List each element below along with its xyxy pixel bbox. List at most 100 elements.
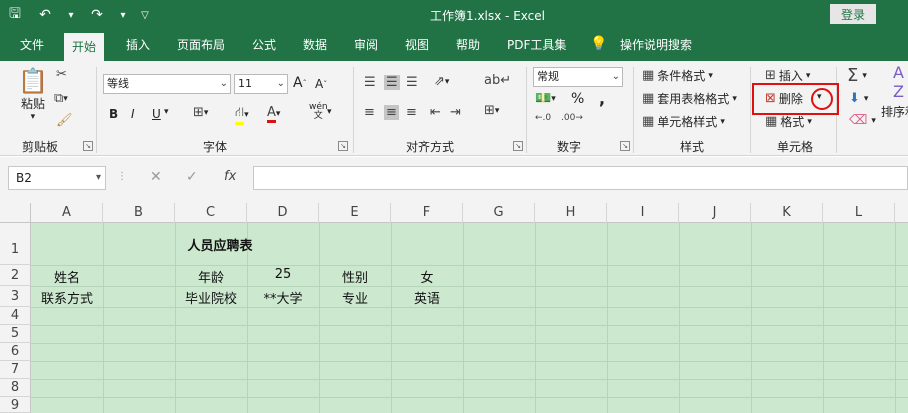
cell-d2[interactable]: 25 — [247, 267, 319, 282]
tab-file[interactable]: 文件 — [20, 30, 44, 61]
tab-help[interactable]: 帮助 — [456, 30, 480, 61]
comma-button[interactable]: , — [599, 89, 605, 108]
underline-dropdown-icon[interactable]: ▾ — [164, 107, 169, 117]
insert-cells-button[interactable]: ⊞ 插入 ▾ — [765, 67, 810, 84]
number-launcher-icon[interactable]: ↘ — [620, 141, 630, 151]
tab-review[interactable]: 审阅 — [354, 30, 378, 61]
tab-page-layout[interactable]: 页面布局 — [177, 30, 225, 61]
autosum-button[interactable]: Σ ▾ — [847, 65, 867, 86]
worksheet-grid[interactable]: A B C D E F G H I J K L 1 2 3 4 5 6 7 8 … — [0, 203, 908, 413]
column-header-e[interactable]: E — [319, 203, 391, 223]
tab-insert[interactable]: 插入 — [126, 30, 150, 61]
cell-c3[interactable]: 毕业院校 — [175, 288, 247, 307]
cell-e2[interactable]: 性别 — [319, 267, 391, 286]
cancel-icon[interactable]: ✕ — [150, 169, 162, 185]
wrap-text-button[interactable]: ab↵ — [484, 73, 511, 88]
column-header-j[interactable]: J — [679, 203, 751, 223]
underline-button[interactable]: U — [152, 107, 161, 121]
select-all-corner[interactable] — [0, 203, 31, 223]
font-size-combo[interactable]: 11 ⌄ — [234, 74, 288, 94]
insert-function-button[interactable]: fx — [224, 169, 236, 184]
grow-font-button[interactable]: Aˆ — [293, 75, 307, 91]
borders-button[interactable]: ⊞ ▾ — [193, 105, 208, 120]
align-left-button[interactable]: ≡ — [364, 105, 375, 120]
column-header-a[interactable]: A — [31, 203, 103, 223]
tab-data[interactable]: 数据 — [303, 30, 327, 61]
tab-formulas[interactable]: 公式 — [252, 30, 276, 61]
cell-a3[interactable]: 联系方式 — [31, 288, 103, 307]
bottom-align-button[interactable]: ☰ — [406, 75, 418, 90]
cell-e3[interactable]: 专业 — [319, 288, 391, 307]
cell-title[interactable]: 人员应聘表 — [160, 235, 280, 254]
italic-button[interactable]: I — [131, 107, 135, 121]
column-header-l[interactable]: L — [823, 203, 895, 223]
copy-button[interactable]: ⧉ ▾ — [54, 91, 68, 106]
align-right-button[interactable]: ≡ — [406, 105, 417, 120]
alignment-launcher-icon[interactable]: ↘ — [513, 141, 523, 151]
clipboard-launcher-icon[interactable]: ↘ — [83, 141, 93, 151]
tab-pdf-tools[interactable]: PDF工具集 — [507, 30, 566, 61]
redo-dropdown-icon[interactable]: ▾ — [112, 0, 134, 30]
font-launcher-icon[interactable]: ↘ — [338, 141, 348, 151]
column-header-g[interactable]: G — [463, 203, 535, 223]
column-header-partial[interactable] — [895, 203, 908, 223]
login-button[interactable]: 登录 — [830, 4, 876, 24]
row-header-6[interactable]: 6 — [0, 343, 31, 361]
column-header-k[interactable]: K — [751, 203, 823, 223]
fill-button[interactable]: ⬇ ▾ — [849, 91, 868, 106]
redo-icon[interactable]: ↷ — [82, 0, 112, 30]
format-as-table-button[interactable]: ▦ 套用表格格式 ▾ — [642, 90, 737, 107]
conditional-formatting-button[interactable]: ▦ 条件格式 ▾ — [642, 67, 713, 84]
row-header-8[interactable]: 8 — [0, 379, 31, 397]
increase-indent-button[interactable]: ⇥ — [450, 105, 461, 120]
row-header-5[interactable]: 5 — [0, 325, 31, 343]
decrease-decimal-button[interactable]: .00→ — [561, 113, 583, 123]
column-header-i[interactable]: I — [607, 203, 679, 223]
font-name-combo[interactable]: 等线 ⌄ — [103, 74, 231, 94]
cut-button[interactable]: ✂ — [56, 67, 67, 82]
increase-decimal-button[interactable]: ←.0 — [535, 113, 551, 123]
row-header-9[interactable]: 9 — [0, 397, 31, 413]
phonetic-button[interactable]: wén 文 — [309, 103, 328, 121]
name-box[interactable]: B2 ▾ — [8, 166, 106, 190]
row-header-2[interactable]: 2 — [0, 265, 31, 286]
undo-dropdown-icon[interactable]: ▾ — [60, 0, 82, 30]
percent-button[interactable]: % — [571, 91, 584, 107]
undo-icon[interactable]: ↶ — [30, 0, 60, 30]
cell-c2[interactable]: 年龄 — [175, 267, 247, 286]
column-header-h[interactable]: H — [535, 203, 607, 223]
customize-qat-icon[interactable]: ▽ — [134, 0, 156, 30]
sort-filter-label[interactable]: 排序和 — [881, 103, 908, 120]
row-header-7[interactable]: 7 — [0, 361, 31, 379]
cell-d3[interactable]: **大学 — [247, 288, 319, 307]
cell-a2[interactable]: 姓名 — [31, 267, 103, 286]
middle-align-button[interactable]: ☰ — [384, 75, 400, 90]
row-header-1[interactable]: 1 — [0, 223, 31, 265]
font-color-button[interactable]: A ▾ — [267, 105, 280, 123]
row-header-3[interactable]: 3 — [0, 286, 31, 307]
number-format-combo[interactable]: 常规 ⌄ — [533, 67, 623, 87]
top-align-button[interactable]: ☰ — [364, 75, 376, 90]
phonetic-dropdown-icon[interactable]: ▾ — [327, 107, 332, 117]
format-cells-button[interactable]: ▦ 格式 ▾ — [765, 113, 812, 130]
decrease-indent-button[interactable]: ⇤ — [430, 105, 441, 120]
column-header-b[interactable]: B — [103, 203, 175, 223]
tab-view[interactable]: 视图 — [405, 30, 429, 61]
fill-color-button[interactable]: ⛙ ▾ — [235, 105, 249, 125]
align-center-button[interactable]: ≡ — [384, 105, 399, 120]
column-header-c[interactable]: C — [175, 203, 247, 223]
formula-input[interactable] — [253, 166, 908, 190]
format-painter-button[interactable]: 🖌 — [56, 113, 73, 128]
clear-button[interactable]: ⌫ ▾ — [849, 113, 876, 128]
save-icon[interactable]: 🖫 — [0, 0, 30, 30]
column-header-d[interactable]: D — [247, 203, 319, 223]
accounting-format-button[interactable]: 💵 ▾ — [535, 91, 556, 106]
bold-button[interactable]: B — [109, 107, 118, 121]
merge-center-button[interactable]: ⊞ ▾ — [484, 103, 499, 118]
row-header-4[interactable]: 4 — [0, 307, 31, 325]
cell-f2[interactable]: 女 — [391, 267, 463, 286]
cell-f3[interactable]: 英语 — [391, 288, 463, 307]
column-header-f[interactable]: F — [391, 203, 463, 223]
orientation-button[interactable]: ⇗ ▾ — [434, 74, 449, 89]
tell-me-search[interactable]: 操作说明搜索 — [620, 30, 692, 61]
